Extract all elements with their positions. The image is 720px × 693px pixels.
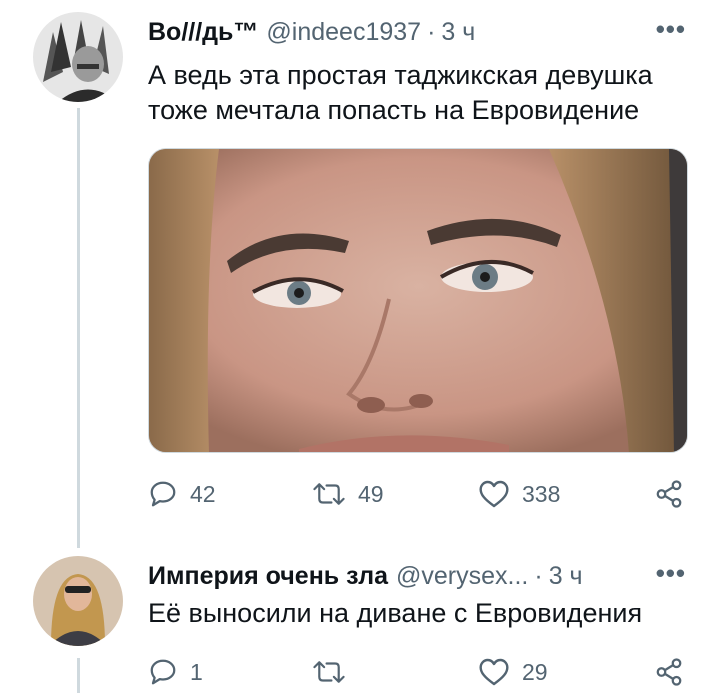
- tweet-2: Империя очень зла @verysex... · 3 ч ••• …: [0, 548, 720, 693]
- thread-line: [77, 658, 80, 693]
- tweet-image[interactable]: [148, 148, 688, 453]
- reply-button[interactable]: 1: [148, 652, 203, 692]
- author-name[interactable]: Империя очень зла: [148, 562, 388, 591]
- share-button[interactable]: [653, 652, 685, 692]
- thread-line: [77, 108, 80, 548]
- reply-button[interactable]: 42: [148, 474, 216, 514]
- like-count: 338: [522, 480, 561, 507]
- like-count: 29: [522, 658, 548, 685]
- separator-dot: ·: [534, 561, 543, 590]
- share-button[interactable]: [653, 474, 685, 514]
- author-handle[interactable]: @indeec1937: [266, 18, 421, 47]
- like-button[interactable]: 338: [478, 474, 560, 514]
- tweet-1: Во///дь™ @indeec1937 · 3 ч ••• А ведь эт…: [0, 0, 720, 548]
- retweet-button[interactable]: [312, 652, 358, 692]
- share-icon: [656, 658, 682, 686]
- like-button[interactable]: 29: [478, 652, 548, 692]
- tweet-text-line: А ведь эта простая таджикская девушка: [148, 60, 653, 90]
- tweet-text-line: Её выносили на диване с Евровидения: [148, 598, 643, 628]
- reply-count: 1: [190, 658, 203, 685]
- tweet-time[interactable]: 3 ч: [549, 562, 583, 591]
- author-name[interactable]: Во///дь™: [148, 18, 258, 47]
- tweet-text-line: тоже мечтала попасть на Евровидение: [148, 95, 640, 125]
- share-icon: [656, 480, 682, 508]
- reply-icon: [150, 659, 176, 685]
- tweet-actions: 42 49 338: [148, 474, 688, 514]
- tweet-header: Империя очень зла @verysex... · 3 ч: [148, 558, 583, 594]
- reply-icon: [150, 481, 176, 507]
- retweet-icon: [313, 661, 345, 683]
- tweet-actions: 1 29: [148, 652, 688, 692]
- tweet-time[interactable]: 3 ч: [441, 18, 475, 47]
- tweet-text: Её выносили на диване с Евровидения: [148, 596, 708, 631]
- author-handle[interactable]: @verysex...: [396, 562, 528, 591]
- retweet-button[interactable]: 49: [312, 474, 384, 514]
- retweet-count: 49: [358, 480, 384, 507]
- heart-icon: [479, 480, 509, 508]
- tweet-text: А ведь эта простая таджикская девушка то…: [148, 58, 708, 128]
- more-dots-icon[interactable]: •••: [656, 558, 686, 589]
- heart-icon: [479, 658, 509, 686]
- retweet-icon: [313, 483, 345, 505]
- tweet-header: Во///дь™ @indeec1937 · 3 ч: [148, 14, 475, 50]
- author-avatar[interactable]: [33, 556, 123, 646]
- more-dots-icon[interactable]: •••: [656, 14, 686, 45]
- separator-dot: ·: [427, 17, 436, 46]
- author-avatar[interactable]: [33, 12, 123, 102]
- reply-count: 42: [190, 480, 216, 507]
